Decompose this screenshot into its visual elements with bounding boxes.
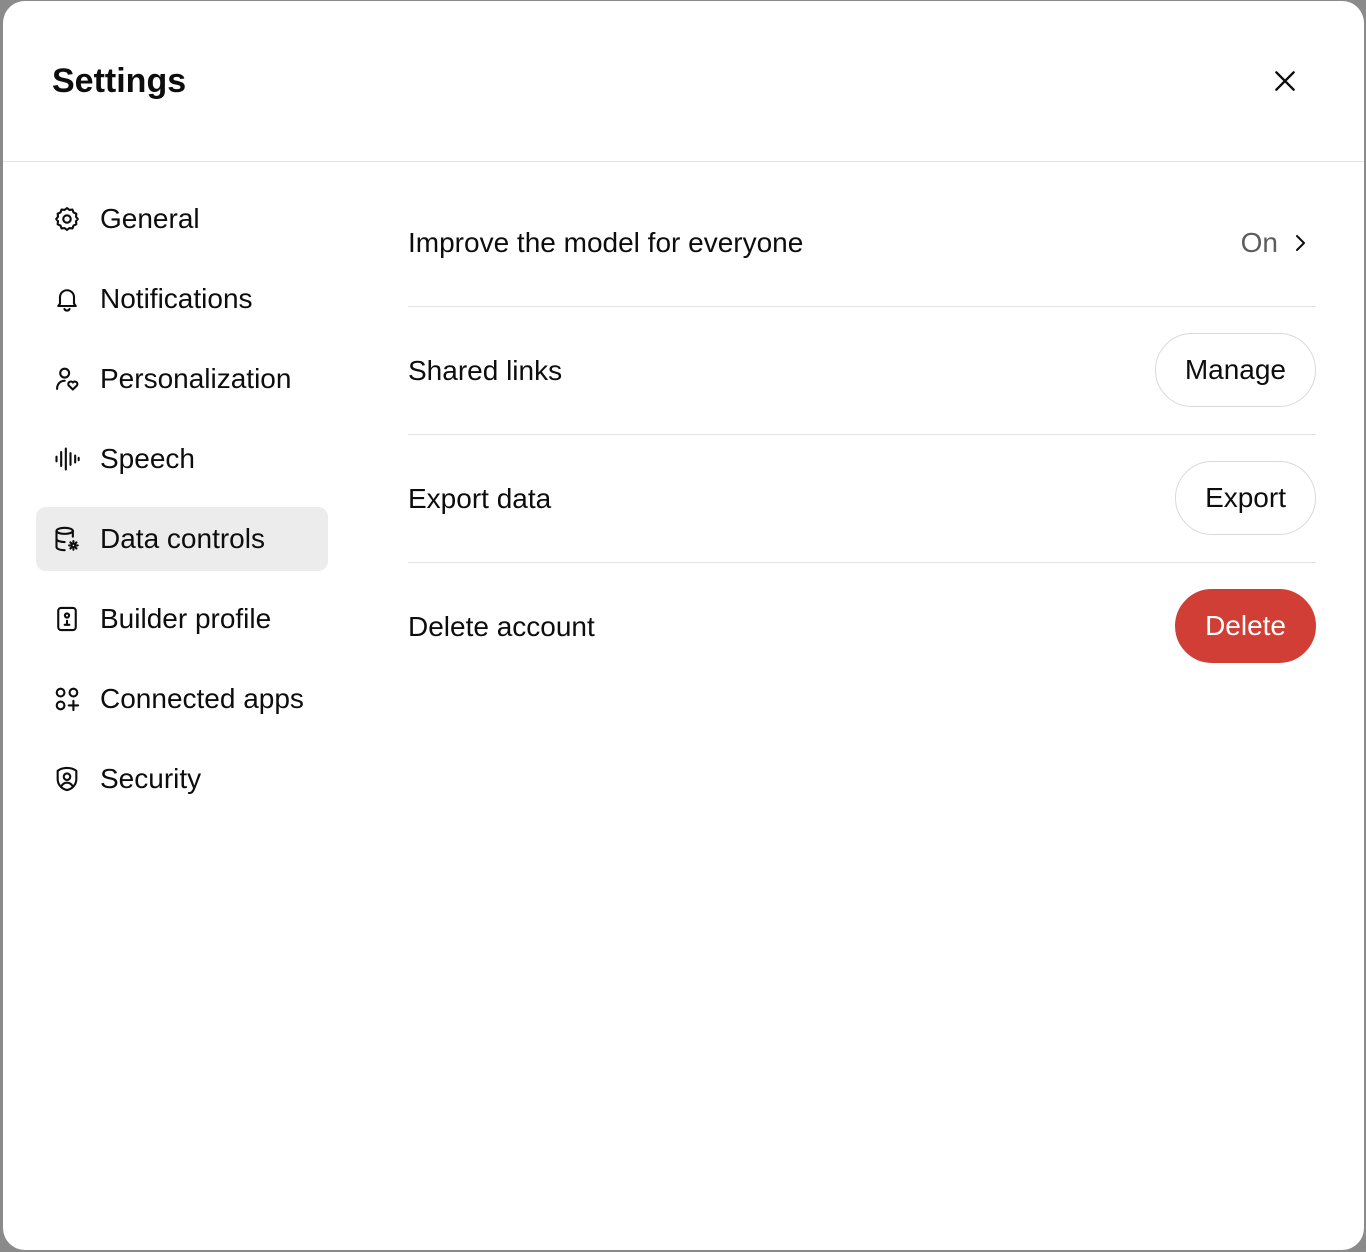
shared-links-label: Shared links (408, 355, 563, 386)
delete-account-label: Delete account (408, 611, 595, 642)
sidebar-item-general[interactable]: General (36, 187, 328, 251)
id-badge-icon (52, 604, 82, 634)
sidebar-item-security[interactable]: Security (36, 747, 328, 811)
sidebar-item-personalization[interactable]: Personalization (36, 347, 328, 411)
sidebar-item-data-controls[interactable]: Data controls (36, 507, 328, 571)
close-icon (1272, 68, 1298, 94)
improve-model-status: On (1240, 227, 1278, 258)
dialog-header: Settings (3, 1, 1364, 162)
delete-button[interactable]: Delete (1175, 589, 1316, 663)
sidebar-item-connected-apps[interactable]: Connected apps (36, 667, 328, 731)
export-data-row: Export data Export (408, 435, 1316, 563)
sidebar-item-speech[interactable]: Speech (36, 427, 328, 491)
shared-links-row: Shared links Manage (408, 307, 1316, 435)
shield-user-icon (52, 764, 82, 794)
export-button[interactable]: Export (1175, 461, 1316, 535)
sidebar-item-label: Connected apps (100, 683, 304, 714)
delete-account-row: Delete account Delete (408, 563, 1316, 690)
database-gear-icon (52, 524, 82, 554)
improve-model-row: Improve the model for everyone On (408, 179, 1316, 307)
sidebar-item-notifications[interactable]: Notifications (36, 267, 328, 331)
bell-icon (52, 284, 82, 314)
export-data-label: Export data (408, 483, 552, 514)
person-heart-icon (52, 364, 82, 394)
gear-icon (52, 204, 82, 234)
improve-model-label: Improve the model for everyone (408, 227, 804, 258)
dialog-title: Settings (52, 62, 187, 100)
sidebar-item-label: Data controls (100, 523, 265, 554)
sidebar-item-label: Notifications (100, 283, 253, 314)
sidebar-item-label: Security (100, 763, 202, 794)
waveform-icon (52, 444, 82, 474)
sidebar-item-label: Personalization (100, 363, 292, 394)
apps-grid-plus-icon (52, 684, 82, 714)
sidebar-item-label: Speech (100, 443, 195, 474)
sidebar-item-builder-profile[interactable]: Builder profile (36, 587, 328, 651)
manage-button[interactable]: Manage (1154, 333, 1316, 407)
chevron-right-icon (1292, 232, 1308, 254)
improve-model-toggle-link[interactable]: On (1241, 227, 1308, 259)
settings-dialog: Settings General Notifications Personali… (3, 1, 1364, 1250)
close-button[interactable] (1263, 59, 1307, 103)
sidebar-item-label: General (100, 203, 200, 234)
data-controls-panel: Improve the model for everyone On Shared… (408, 179, 1316, 690)
settings-sidebar: General Notifications Personalization Sp… (36, 187, 328, 827)
sidebar-item-label: Builder profile (100, 603, 272, 634)
